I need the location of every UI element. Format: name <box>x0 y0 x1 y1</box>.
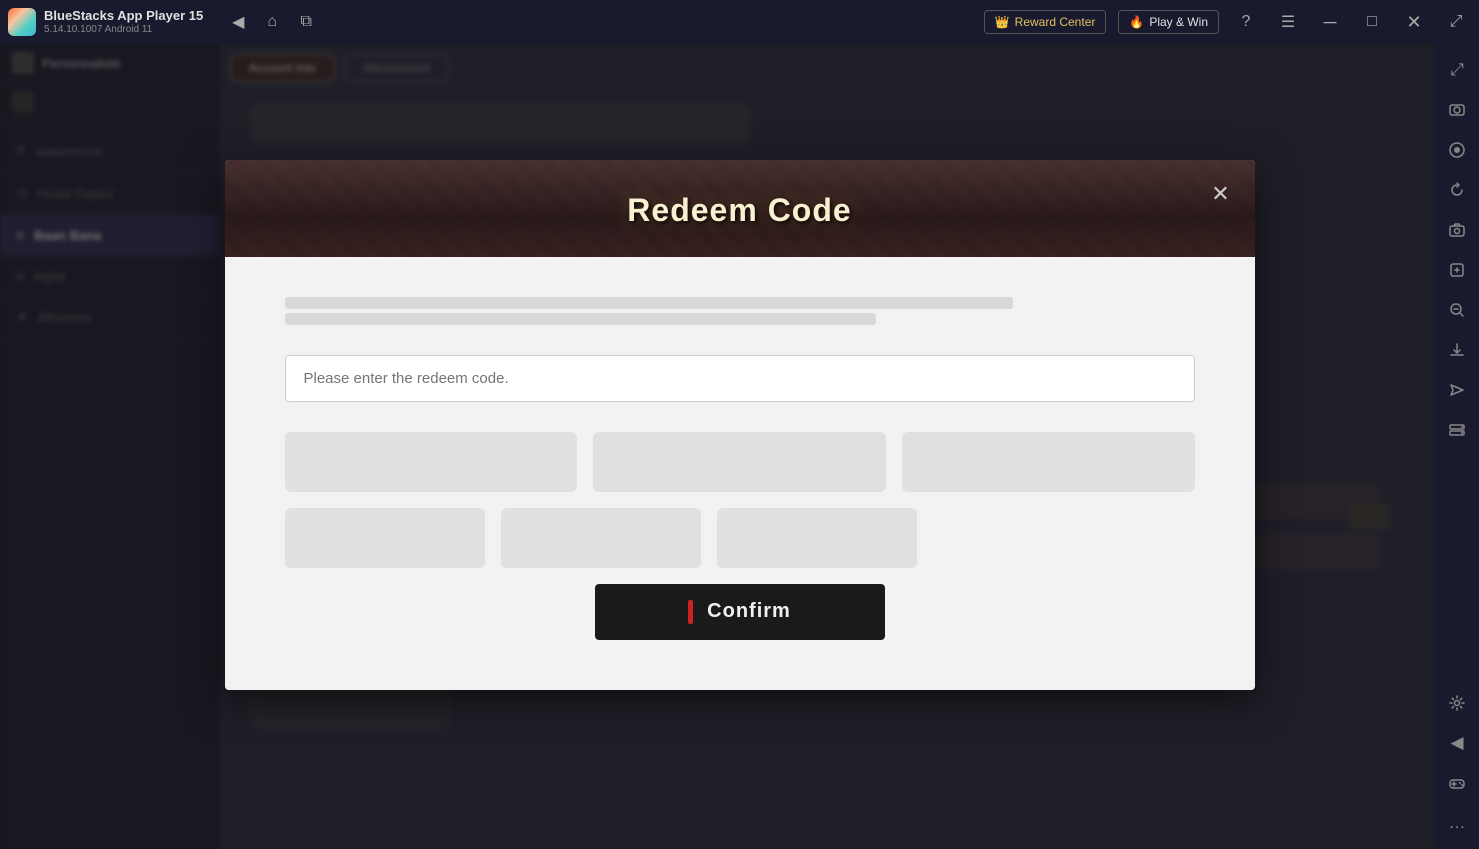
camera-photo-icon[interactable] <box>1439 212 1475 248</box>
refresh-icon[interactable] <box>1439 172 1475 208</box>
home-button[interactable]: ⌂ <box>257 7 287 37</box>
blurred-card-3 <box>902 432 1195 492</box>
app-info: BlueStacks App Player 15 5.14.10.1007 An… <box>44 8 203 36</box>
confirm-button[interactable]: Confirm <box>595 584 885 640</box>
redeem-code-input[interactable] <box>285 355 1195 402</box>
blurred-card-1 <box>285 432 578 492</box>
gamepad-icon[interactable] <box>1439 765 1475 801</box>
play-win-button[interactable]: 🔥 Play & Win <box>1118 10 1219 34</box>
minimize-button[interactable]: ─ <box>1315 7 1345 37</box>
expand-sidebar-icon[interactable]: ⤢ <box>1439 52 1475 88</box>
play-win-label: Play & Win <box>1149 15 1208 29</box>
blurred-card-4 <box>285 508 485 568</box>
expand-button[interactable]: ⤢ <box>1441 7 1471 37</box>
title-actions: 👑 Reward Center 🔥 Play & Win ? ☰ ─ □ ✕ ⤢ <box>984 7 1471 37</box>
desc-line-2 <box>285 313 877 325</box>
back-arrow-icon[interactable]: ◀ <box>1439 725 1475 761</box>
tabs-button[interactable]: ⧉ <box>291 7 321 37</box>
storage-icon[interactable] <box>1439 412 1475 448</box>
desc-line-1 <box>285 297 1013 309</box>
blurred-card-2 <box>593 432 886 492</box>
app-version: 5.14.10.1007 Android 11 <box>44 24 203 36</box>
blurred-card-6 <box>717 508 917 568</box>
crown-icon: 👑 <box>995 15 1010 29</box>
modal-title: Redeem Code <box>627 192 851 229</box>
redeem-modal: Redeem Code ✕ Confirm <box>225 160 1255 690</box>
zoom-out-icon[interactable] <box>1439 292 1475 328</box>
screenshot-icon[interactable] <box>1439 92 1475 128</box>
app-icon <box>8 8 36 36</box>
more-options-icon[interactable]: … <box>1439 805 1475 841</box>
close-button[interactable]: ✕ <box>1399 7 1429 37</box>
blurred-card-5 <box>501 508 701 568</box>
modal-header: Redeem Code ✕ <box>225 160 1255 257</box>
help-button[interactable]: ? <box>1231 7 1261 37</box>
right-sidebar: ⤢ <box>1435 44 1479 849</box>
blurred-row-2 <box>285 508 1195 568</box>
download-icon[interactable] <box>1439 332 1475 368</box>
menu-button[interactable]: ☰ <box>1273 7 1303 37</box>
app-name: BlueStacks App Player 15 <box>44 8 203 24</box>
record-icon[interactable] <box>1439 132 1475 168</box>
description-lines <box>285 297 1195 325</box>
nav-buttons: ◀ ⌂ ⧉ <box>223 7 321 37</box>
reward-center-label: Reward Center <box>1015 15 1096 29</box>
modal-close-button[interactable]: ✕ <box>1203 176 1239 212</box>
zoom-fit-icon[interactable] <box>1439 252 1475 288</box>
airplane-icon[interactable] <box>1439 372 1475 408</box>
fire-icon: 🔥 <box>1129 15 1144 29</box>
blurred-row-1 <box>285 432 1195 492</box>
reward-center-button[interactable]: 👑 Reward Center <box>984 10 1107 34</box>
titlebar: BlueStacks App Player 15 5.14.10.1007 An… <box>0 0 1479 44</box>
back-button[interactable]: ◀ <box>223 7 253 37</box>
maximize-button[interactable]: □ <box>1357 7 1387 37</box>
modal-body: Confirm <box>225 257 1255 690</box>
settings-icon[interactable] <box>1439 685 1475 721</box>
